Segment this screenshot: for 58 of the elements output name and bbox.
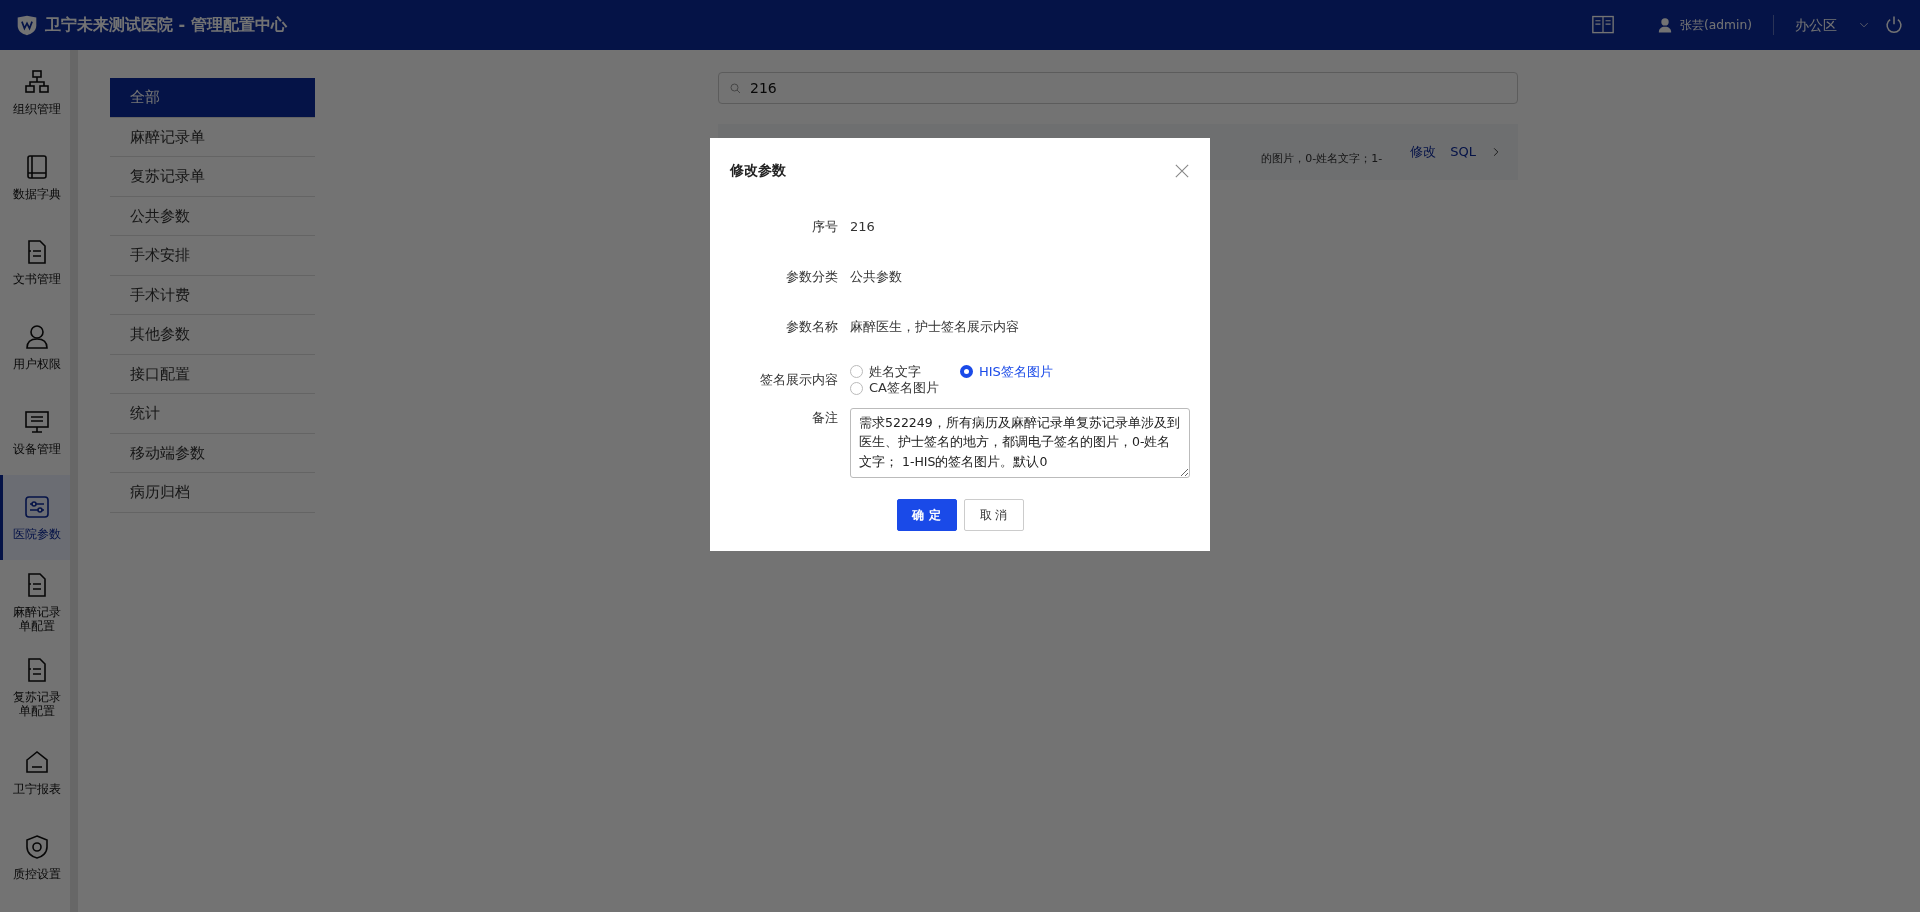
nav-item[interactable]: 设备管理 [0,390,70,475]
nav-label: 质控设置 [12,866,61,882]
nav-label: 麻醉记录单配置 [11,604,62,634]
remark-field[interactable]: 需求522249，所有病历及麻醉记录单复苏记录单涉及到医生、护士签名的地方，都调电子签名的图片，0-姓名文字； 1-HIS的签名图片。默认0 [850,408,1190,478]
category-item[interactable]: 全部 [110,78,315,118]
nav-label: 文书管理 [12,271,61,287]
search-icon [729,81,742,95]
nav-label: 数据字典 [12,186,61,202]
search-field[interactable]: 216 [718,72,1518,104]
nav-item[interactable]: 数据字典 [0,135,70,220]
nav-label: 医院参数 [12,526,61,542]
sliders-icon [23,493,50,520]
field-value: 216 [850,218,875,237]
nav-label: 用户权限 [12,356,61,372]
close-icon [1174,163,1190,179]
nav-item[interactable]: 文书管理 [0,220,70,305]
cancel-button[interactable]: 取 消 [963,499,1024,531]
nav-item[interactable]: 卫宁报表 [0,730,70,815]
user-name[interactable]: 张芸(admin) [1680,15,1752,35]
field-label: 参数分类 [785,268,839,287]
nav-label: 复苏记录单配置 [11,689,62,719]
user-icon [23,323,50,350]
dialog-title: 修改参数 [730,161,786,180]
book-icon [1591,14,1616,36]
radio-option[interactable]: CA签名图片 [850,380,960,397]
monitor-icon [23,408,50,435]
action-link[interactable]: SQL [1450,142,1476,162]
field-value: 麻醉医生，护士签名展示内容 [850,318,1019,337]
nav-item[interactable]: 组织管理 [0,50,70,135]
shield-icon [23,833,50,860]
nav-item[interactable]: 复苏记录单配置 [0,645,70,730]
nav-label: 卫宁报表 [12,781,61,797]
shield-logo-icon [16,14,38,36]
confirm-button[interactable]: 确 定 [896,499,957,531]
nav-item[interactable]: 医院参数 [0,475,70,560]
row-description: 的图片，0-姓名文字；1- [1261,150,1383,167]
nav-item[interactable]: 用户权限 [0,305,70,390]
radio-button[interactable] [850,365,863,379]
nav-item[interactable]: 麻醉记录单配置 [0,560,70,645]
nav-label: 组织管理 [12,101,61,117]
power-icon [1884,15,1904,35]
nav-item[interactable]: 质控设置 [0,815,70,900]
field-label: 序号 [811,218,839,237]
field-label: 参数名称 [785,318,839,337]
field-label: 签名展示内容 [759,371,839,390]
radio-option[interactable]: 姓名文字 [850,363,960,380]
radio-option[interactable]: HIS签名图片 [960,363,1100,380]
action-link[interactable]: 修改 [1410,142,1437,162]
hierarchy-icon [23,68,50,95]
app-title: 卫宁未来测试医院 - 管理配置中心 [45,14,287,36]
field-value: 公共参数 [850,268,902,287]
house-icon [23,748,50,775]
user-icon [1657,17,1674,33]
workspace-selector[interactable]: 办公区 [1795,14,1837,36]
nav-label: 设备管理 [12,441,61,457]
radio-button[interactable] [960,365,973,379]
radio-button[interactable] [850,381,863,395]
field-label: 备注 [811,409,839,427]
